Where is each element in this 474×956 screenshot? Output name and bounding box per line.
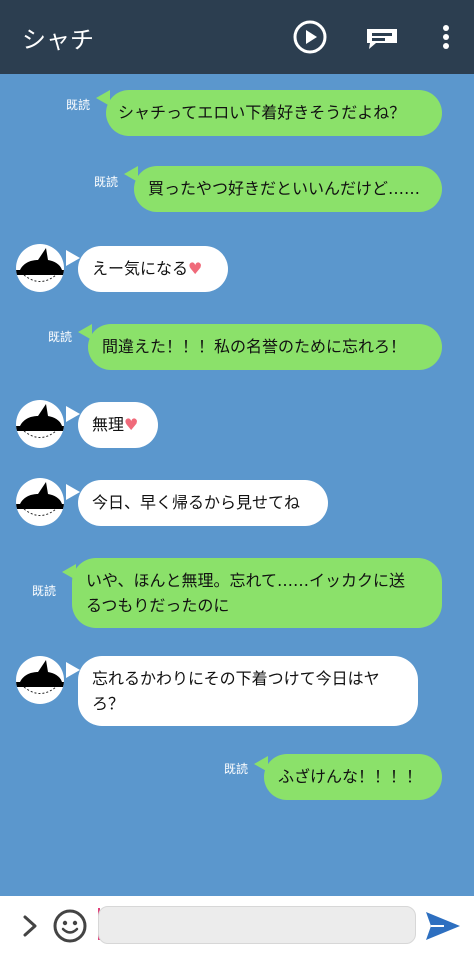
chat-title: シャチ [22,25,94,54]
message-bubble[interactable]: ふざけんな！！！！ [264,754,442,800]
message-text-line: るつもりだったのに [86,596,230,615]
message-bubble[interactable]: えー気になる♥ [78,246,228,292]
heart-icon: ♥ [124,415,139,434]
avatar[interactable] [16,400,64,448]
message-text: シャチってエロい下着好きそうだよね？ [118,103,406,122]
read-receipt: 既読 [32,584,57,598]
heart-icon: ♥ [188,259,203,278]
input-bar [0,896,474,956]
chevron-right-icon[interactable] [16,912,44,944]
send-icon[interactable] [424,908,462,948]
message-text-line: いや、ほんと無理。忘れて……イッカクに送 [86,571,406,590]
message-bubble[interactable]: 買ったやつ好きだといいんだけど…… [134,166,442,212]
message-text: ふざけんな！！！！ [278,767,423,786]
message-text-line: ろ？ [92,694,125,713]
avatar[interactable] [16,244,64,292]
message-text-line: 忘れるかわりにその下着つけて今日はヤ [92,669,380,688]
message-bubble[interactable]: 今日、早く帰るから見せてね [78,480,328,526]
chat-area[interactable]: 既読 シャチってエロい下着好きそうだよね？ 既読 買ったやつ好きだといいんだけど… [0,74,474,896]
message-text: 間違えた！！！私の名誉のために忘れろ！ [102,337,407,356]
more-vertical-icon[interactable] [428,19,464,55]
read-receipt: 既読 [66,98,91,112]
message-bubble[interactable]: 間違えた！！！私の名誉のために忘れろ！ [88,324,442,370]
message-input[interactable] [98,906,416,944]
message-text: えー気になる [92,259,189,278]
app-header: シャチ [0,0,474,74]
read-receipt: 既読 [48,330,73,344]
message-text: 買ったやつ好きだといいんだけど…… [148,179,421,198]
note-icon[interactable] [364,19,400,55]
avatar[interactable] [16,478,64,526]
message-text: 無理 [92,415,125,434]
avatar[interactable] [16,656,64,704]
message-bubble[interactable]: 無理♥ [78,402,158,448]
message-bubble[interactable]: シャチってエロい下着好きそうだよね？ [106,90,442,136]
read-receipt: 既読 [224,762,249,776]
message-bubble[interactable]: いや、ほんと無理。忘れて……イッカクに送 るつもりだったのに [72,558,442,628]
play-circle-icon[interactable] [292,19,328,55]
emoji-icon[interactable] [52,908,88,948]
message-bubble[interactable]: 忘れるかわりにその下着つけて今日はヤ ろ？ [78,656,418,726]
read-receipt: 既読 [94,175,119,189]
message-text: 今日、早く帰るから見せてね [92,493,301,512]
